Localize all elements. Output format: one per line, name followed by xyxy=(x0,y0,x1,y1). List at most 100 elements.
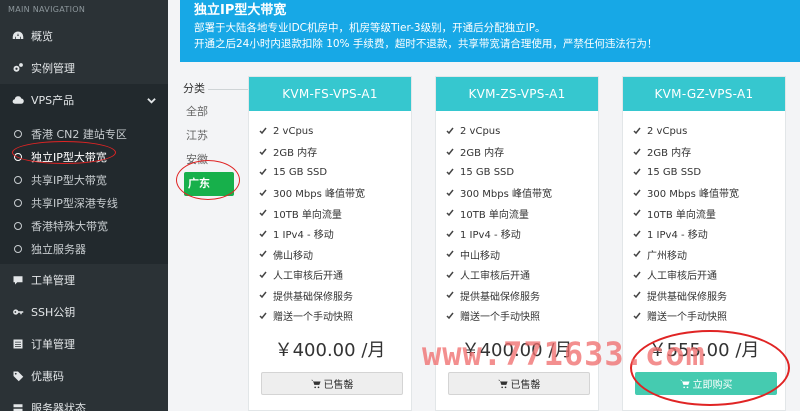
submenu-item-hk-special[interactable]: 香港特殊大带宽 xyxy=(0,214,168,237)
sidebar-item-label: 实例管理 xyxy=(31,62,75,75)
feature-item: 2 vCpus xyxy=(633,121,785,142)
feature-item: 2GB 内存 xyxy=(633,142,785,163)
feature-item: 10TB 单向流量 xyxy=(259,203,411,224)
cloud-icon xyxy=(10,92,26,108)
feature-item: 300 Mbps 峰值带宽 xyxy=(633,183,785,204)
feature-item: 提供基础保修服务 xyxy=(259,285,411,306)
check-icon xyxy=(633,209,641,217)
submenu-item-hk-cn2[interactable]: 香港 CN2 建站专区 xyxy=(0,122,168,145)
feature-item: 人工审核后开通 xyxy=(633,265,785,286)
submenu-item-label: 香港特殊大带宽 xyxy=(31,219,108,233)
feature-item: 15 GB SSD xyxy=(633,162,785,183)
check-icon xyxy=(633,189,641,197)
notice-banner: 独立IP型大带宽 部署于大陆各地专业IDC机房中，机房等级Tier-3级别，开通… xyxy=(180,0,800,62)
sold-out-button[interactable]: 已售罄 xyxy=(448,372,590,395)
submenu-item-label: 独立IP型大带宽 xyxy=(31,150,107,164)
product-card: KVM-GZ-VPS-A1 2 vCpus 2GB 内存 15 GB SSD 3… xyxy=(622,76,786,411)
feature-item: 广州移动 xyxy=(633,244,785,265)
filter-option-guangdong[interactable]: 广东 xyxy=(184,172,234,196)
check-icon xyxy=(446,168,454,176)
circle-icon xyxy=(14,198,22,207)
check-icon xyxy=(259,271,267,279)
check-icon xyxy=(446,312,454,320)
server-icon xyxy=(10,400,26,411)
check-icon xyxy=(446,209,454,217)
feature-item: 300 Mbps 峰值带宽 xyxy=(446,183,598,204)
sidebar-item-vps-products[interactable]: VPS产品 xyxy=(0,84,168,116)
submenu-item-label: 共享IP型深港专线 xyxy=(31,196,118,210)
sidebar-item-label: 概览 xyxy=(31,30,53,43)
circle-icon xyxy=(14,244,22,253)
feature-list: 2 vCpus 2GB 内存 15 GB SSD 300 Mbps 峰值带宽 1… xyxy=(623,111,785,326)
check-icon xyxy=(446,291,454,299)
button-label: 已售罄 xyxy=(510,380,541,391)
sidebar-item-orders[interactable]: 订单管理 xyxy=(0,328,168,360)
product-card: KVM-ZS-VPS-A1 2 vCpus 2GB 内存 15 GB SSD 3… xyxy=(435,76,599,411)
submenu-item-dedicated-server[interactable]: 独立服务器 xyxy=(0,237,168,260)
feature-item: 中山移动 xyxy=(446,244,598,265)
check-icon xyxy=(259,148,267,156)
circle-icon xyxy=(14,152,22,161)
button-label: 已售罄 xyxy=(323,380,354,391)
feature-item: 15 GB SSD xyxy=(446,162,598,183)
button-label: 立即购买 xyxy=(692,380,733,391)
feature-item: 提供基础保修服务 xyxy=(633,285,785,306)
vps-submenu: 香港 CN2 建站专区 独立IP型大带宽 共享IP型大带宽 共享IP型深港专线 … xyxy=(0,116,168,264)
feature-item: 2 vCpus xyxy=(259,121,411,142)
check-icon xyxy=(633,148,641,156)
comment-icon xyxy=(10,272,26,288)
feature-item: 15 GB SSD xyxy=(259,162,411,183)
check-icon xyxy=(633,291,641,299)
feature-item: 人工审核后开通 xyxy=(259,265,411,286)
main-content: 独立IP型大带宽 部署于大陆各地专业IDC机房中，机房等级Tier-3级别，开通… xyxy=(168,0,800,411)
filter-option-jiangsu[interactable]: 江苏 xyxy=(180,124,244,148)
feature-item: 2 vCpus xyxy=(446,121,598,142)
check-icon xyxy=(633,271,641,279)
feature-list: 2 vCpus 2GB 内存 15 GB SSD 300 Mbps 峰值带宽 1… xyxy=(436,111,598,326)
sidebar-item-label: 订单管理 xyxy=(31,338,75,351)
product-card: KVM-FS-VPS-A1 2 vCpus 2GB 内存 15 GB SSD 3… xyxy=(248,76,412,411)
sidebar-item-coupons[interactable]: 优惠码 xyxy=(0,360,168,392)
check-icon xyxy=(446,127,454,135)
check-icon xyxy=(446,189,454,197)
feature-item: 1 IPv4 - 移动 xyxy=(446,224,598,245)
sidebar-item-overview[interactable]: 概览 xyxy=(0,20,168,52)
feature-item: 2GB 内存 xyxy=(446,142,598,163)
key-icon xyxy=(10,304,26,320)
buy-now-button[interactable]: 立即购买 xyxy=(635,372,777,395)
submenu-item-dedicated-ip[interactable]: 独立IP型大带宽 xyxy=(0,145,168,168)
cart-icon xyxy=(310,379,321,388)
feature-item: 10TB 单向流量 xyxy=(633,203,785,224)
check-icon xyxy=(259,127,267,135)
gears-icon xyxy=(10,60,26,76)
sidebar-item-tickets[interactable]: 工单管理 xyxy=(0,264,168,296)
product-name: KVM-GZ-VPS-A1 xyxy=(623,77,785,111)
sidebar: MAIN NAVIGATION 概览 实例管理 VPS产品 香港 CN2 建站专… xyxy=(0,0,168,411)
product-price: ￥555.00 /月 xyxy=(648,340,760,361)
check-icon xyxy=(633,127,641,135)
check-icon xyxy=(259,250,267,258)
sidebar-item-ssh-keys[interactable]: SSH公钥 xyxy=(0,296,168,328)
check-icon xyxy=(259,230,267,238)
sidebar-item-instances[interactable]: 实例管理 xyxy=(0,52,168,84)
filter-option-anhui[interactable]: 安徽 xyxy=(180,148,244,172)
feature-list: 2 vCpus 2GB 内存 15 GB SSD 300 Mbps 峰值带宽 1… xyxy=(249,111,411,326)
feature-item: 10TB 单向流量 xyxy=(446,203,598,224)
circle-icon xyxy=(14,175,22,184)
filter-option-all[interactable]: 全部 xyxy=(180,100,244,124)
check-icon xyxy=(446,250,454,258)
circle-icon xyxy=(14,221,22,230)
sidebar-item-server-status[interactable]: 服务器状态 xyxy=(0,392,168,411)
submenu-item-shared-ip-sz-hk[interactable]: 共享IP型深港专线 xyxy=(0,191,168,214)
feature-item: 300 Mbps 峰值带宽 xyxy=(259,183,411,204)
check-icon xyxy=(446,230,454,238)
product-price: ￥400.00 /月 xyxy=(461,340,573,361)
feature-item: 赠送一个手动快照 xyxy=(259,306,411,327)
sold-out-button[interactable]: 已售罄 xyxy=(261,372,403,395)
category-filter: 分类 全部 江苏 安徽 广东 xyxy=(180,82,260,196)
dashboard-icon xyxy=(10,28,26,44)
check-icon xyxy=(259,189,267,197)
chevron-down-icon xyxy=(147,95,156,108)
submenu-item-label: 共享IP型大带宽 xyxy=(31,173,107,187)
submenu-item-shared-ip[interactable]: 共享IP型大带宽 xyxy=(0,168,168,191)
